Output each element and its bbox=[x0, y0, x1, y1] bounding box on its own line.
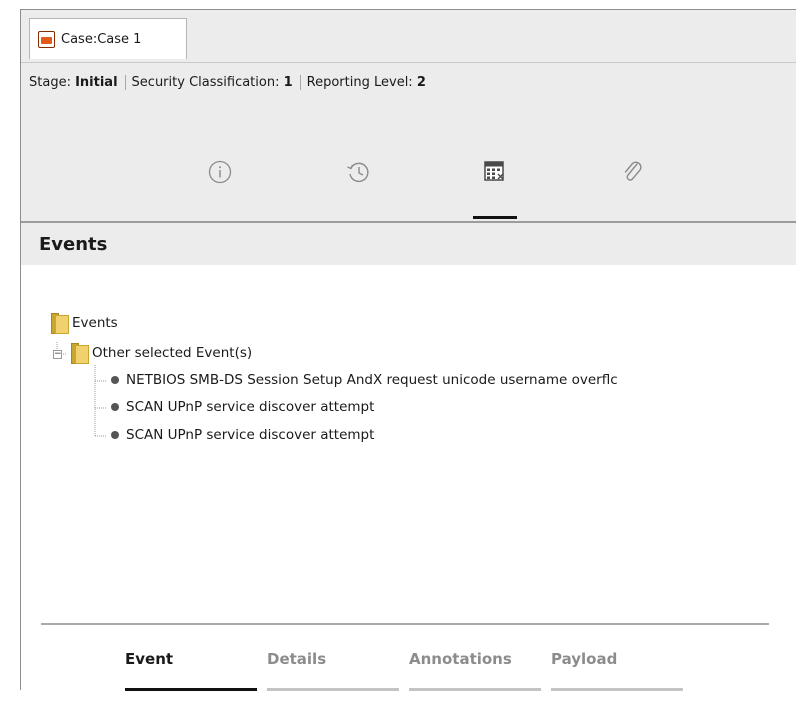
folder-icon bbox=[51, 312, 69, 334]
tree-event-label: NETBIOS SMB-DS Session Setup AndX reques… bbox=[126, 372, 618, 388]
case-panel: Case:Case 1 Stage: Initial Security Clas… bbox=[20, 9, 796, 691]
tree-group-other-events[interactable]: Other selected Event(s) bbox=[71, 342, 252, 364]
tab-annotations[interactable]: Annotations bbox=[409, 650, 512, 668]
reporting-value: 2 bbox=[416, 75, 426, 90]
tree-event-label: SCAN UPnP service discover attempt bbox=[126, 399, 375, 415]
tab-case[interactable]: Case:Case 1 bbox=[29, 18, 187, 59]
event-bullet-icon bbox=[111, 376, 119, 384]
security-info: Security Classification: 1 bbox=[132, 75, 301, 90]
tree-group-label: Other selected Event(s) bbox=[92, 345, 253, 361]
reporting-label: Reporting Level: bbox=[306, 75, 413, 90]
tree-event-item[interactable]: SCAN UPnP service discover attempt bbox=[111, 399, 374, 415]
event-bullet-icon bbox=[111, 403, 119, 411]
stage-label: Stage: bbox=[29, 75, 71, 90]
tab-details[interactable]: Details bbox=[267, 650, 326, 668]
tab-strip: Case:Case 1 bbox=[21, 10, 796, 62]
case-info-bar: Stage: Initial Security Classification: … bbox=[21, 62, 796, 102]
paperclip-icon bbox=[624, 161, 642, 181]
attachments-tab-button[interactable] bbox=[611, 150, 655, 194]
reporting-info: Reporting Level: 2 bbox=[307, 75, 433, 90]
events-calculator-icon bbox=[484, 161, 504, 181]
tab-payload-indicator bbox=[551, 688, 683, 691]
event-bullet-icon bbox=[111, 431, 119, 439]
stage-value: Initial bbox=[75, 75, 118, 90]
tab-payload[interactable]: Payload bbox=[551, 650, 617, 668]
history-tab-button[interactable] bbox=[336, 150, 380, 194]
bottom-tab-bar: Event Details Annotations Payload bbox=[21, 650, 796, 691]
tab-annotations-indicator bbox=[409, 688, 541, 691]
tree-event-item[interactable]: SCAN UPnP service discover attempt bbox=[111, 427, 374, 443]
events-tab-button[interactable] bbox=[473, 150, 517, 194]
section-title: Events bbox=[21, 223, 796, 265]
tab-event-indicator bbox=[125, 688, 257, 691]
tree-root-label: Events bbox=[72, 315, 118, 331]
info-icon bbox=[208, 160, 232, 184]
info-tab-button[interactable] bbox=[198, 150, 242, 194]
bottom-divider bbox=[41, 623, 769, 625]
tab-event[interactable]: Event bbox=[125, 650, 173, 668]
tree-event-label: SCAN UPnP service discover attempt bbox=[126, 427, 375, 443]
tab-details-indicator bbox=[267, 688, 399, 691]
folder-icon bbox=[71, 342, 89, 364]
history-icon bbox=[347, 162, 369, 183]
tab-case-label: Case:Case 1 bbox=[61, 31, 142, 47]
tree-collapse-toggle[interactable]: − bbox=[53, 350, 62, 359]
stage-info: Stage: Initial bbox=[29, 75, 126, 90]
security-value: 1 bbox=[283, 75, 293, 90]
security-label: Security Classification: bbox=[131, 75, 280, 90]
selected-tab-indicator bbox=[473, 216, 517, 219]
tree-root-events[interactable]: Events bbox=[51, 312, 118, 334]
tree-event-item[interactable]: NETBIOS SMB-DS Session Setup AndX reques… bbox=[111, 372, 618, 388]
briefcase-icon bbox=[38, 30, 55, 48]
view-icon-tabs bbox=[21, 102, 796, 220]
events-content: Events − Other selected Event(s) NETBIOS… bbox=[21, 265, 796, 691]
